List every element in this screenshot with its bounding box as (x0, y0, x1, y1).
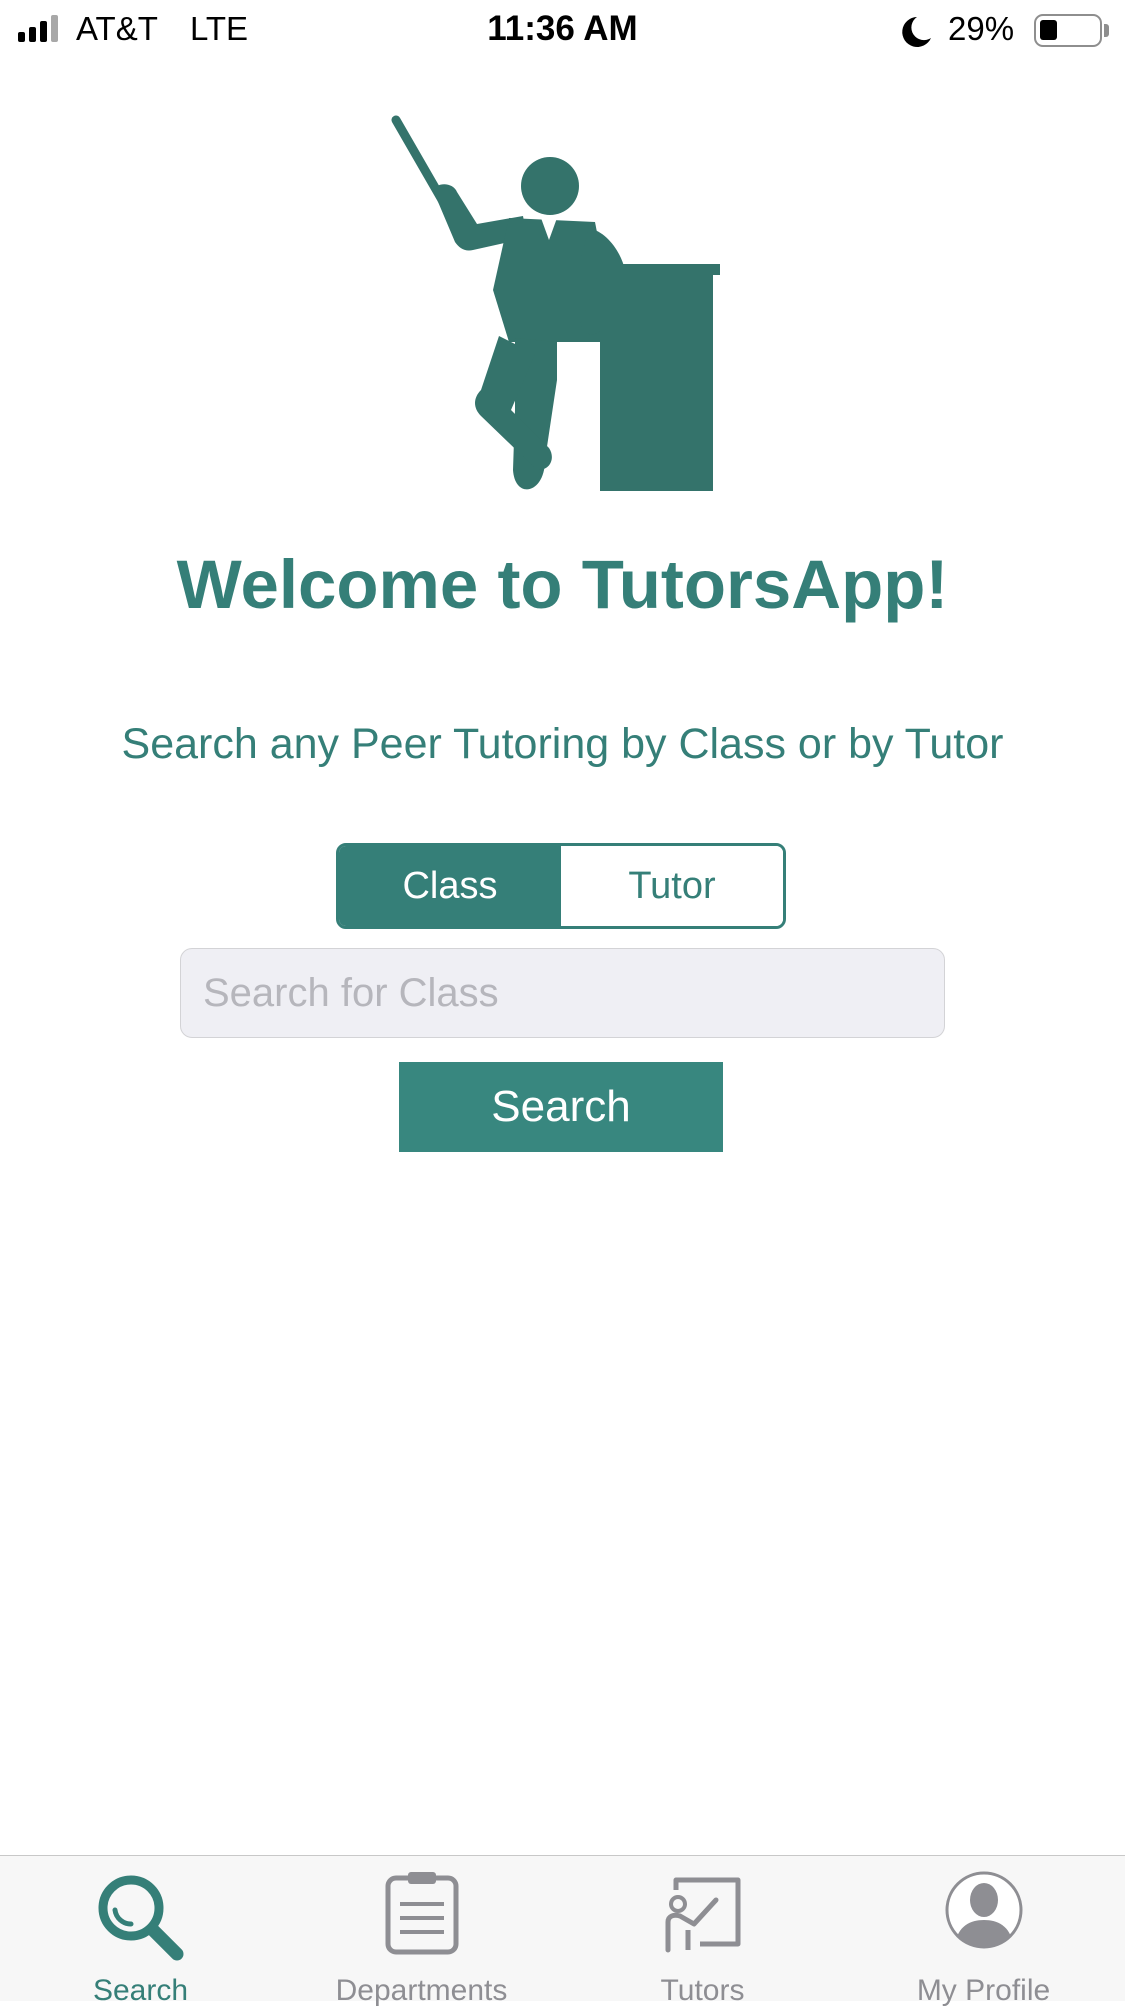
segment-tutor[interactable]: Tutor (561, 846, 783, 926)
tab-departments-label: Departments (335, 1974, 508, 2007)
battery-icon (1034, 14, 1102, 47)
status-bar: AT&T LTE 11:36 AM 29% (0, 0, 1125, 62)
tab-departments[interactable]: Departments (281, 1856, 562, 2007)
segment-class[interactable]: Class (339, 846, 561, 926)
welcome-title: Welcome to TutorsApp! (176, 546, 949, 623)
presentation-icon (665, 1877, 740, 1953)
search-button[interactable]: Search (399, 1062, 723, 1152)
search-mode-segmented-control: Class Tutor (336, 843, 786, 929)
tab-tutors-label: Tutors (660, 1974, 745, 2007)
tab-my-profile[interactable]: My Profile (843, 1856, 1124, 2007)
battery-percent: 29% (948, 10, 1015, 47)
tab-tutors[interactable]: Tutors (562, 1856, 843, 2007)
clipboard-icon (385, 1872, 458, 1955)
tab-search-label: Search (92, 1974, 189, 2007)
search-icon (98, 1875, 183, 1961)
welcome-subtitle: Search any Peer Tutoring by Class or by … (121, 720, 1004, 768)
moon-icon (902, 17, 931, 47)
teacher-at-desk-illustration (391, 115, 720, 491)
tab-bar: Search Departments Tutors My Profile (0, 1855, 1125, 2007)
tab-search[interactable]: Search (0, 1856, 281, 2007)
tab-my-profile-label: My Profile (916, 1974, 1051, 2007)
battery-level (1040, 20, 1057, 40)
battery-cap (1104, 24, 1109, 37)
profile-icon (945, 1871, 1022, 1949)
search-input[interactable] (180, 948, 945, 1038)
